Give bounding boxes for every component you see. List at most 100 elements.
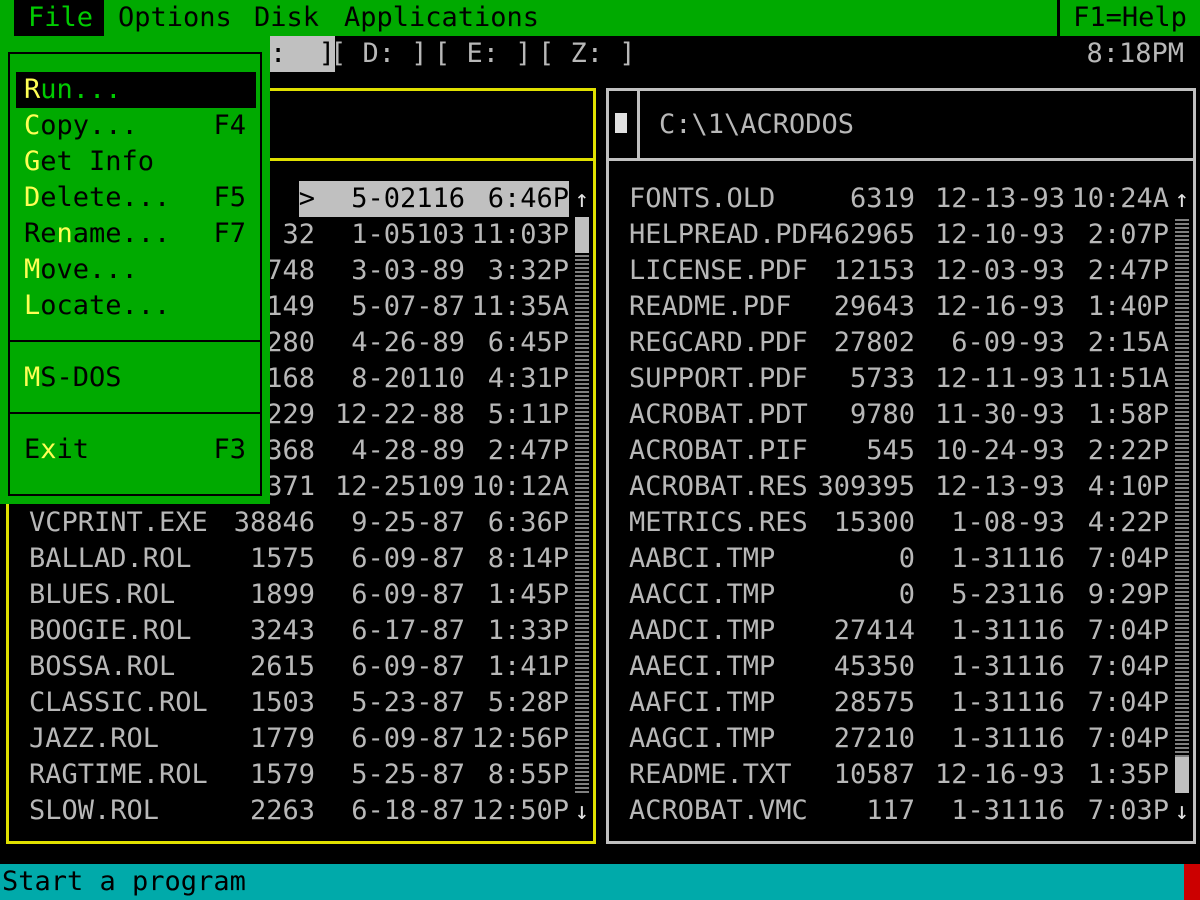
file-row[interactable]: JAZZ.ROL 1779 6-09-87 12:56P <box>9 721 569 757</box>
menu-item-exit[interactable]: Exit F3 <box>24 432 260 468</box>
file-row[interactable]: ACROBAT.PDT 9780 11-30-93 1:58P <box>609 397 1169 433</box>
drive-z[interactable]: [ Z: ] <box>538 36 636 72</box>
file-date: 12-11-93 <box>934 363 1065 394</box>
menu-item-text: et Info <box>40 146 155 177</box>
file-row[interactable]: ACROBAT.RES 309395 12-13-93 4:10P <box>609 469 1169 505</box>
menu-options[interactable]: Options <box>118 0 232 36</box>
file-row[interactable]: METRICS.RES 15300 1-08-93 4:22P <box>609 505 1169 541</box>
menu-file[interactable]: File <box>14 0 104 36</box>
menu-shortcut: F5 <box>213 182 246 213</box>
file-date: 6-09-87 <box>351 543 465 574</box>
file-size: 27210 <box>833 723 915 754</box>
file-row[interactable]: FONTS.OLD 6319 12-13-93 10:24A <box>609 181 1169 217</box>
left-scrollbar[interactable]: ↑ ↓ <box>575 181 589 829</box>
file-date: 12-22-88 <box>334 399 465 430</box>
file-row[interactable]: BALLAD.ROL 1575 6-09-87 8:14P <box>9 541 569 577</box>
file-time: 9:29P <box>1087 579 1169 610</box>
menu-item-get-info[interactable]: Get Info <box>24 144 260 180</box>
file-size: 0 <box>898 579 915 610</box>
file-name: BOOGIE.ROL <box>29 615 192 646</box>
menu-item-move[interactable]: Move... <box>24 252 260 288</box>
file-date: 1-31116 <box>951 723 1065 754</box>
menu-separator <box>10 340 260 342</box>
scroll-down-arrow-icon[interactable]: ↓ <box>573 793 591 829</box>
file-time: 2:07P <box>1087 219 1169 250</box>
right-scrollbar[interactable]: ↑ ↓ <box>1175 181 1189 829</box>
file-row[interactable]: ACROBAT.VMC 117 1-31116 7:03P <box>609 793 1169 829</box>
file-row[interactable]: BOOGIE.ROL 3243 6-17-87 1:33P <box>9 613 569 649</box>
file-name: LICENSE.PDF <box>629 255 808 286</box>
menu-item-text: ocate... <box>40 290 171 321</box>
file-row[interactable]: BOSSA.ROL 2615 6-09-87 1:41P <box>9 649 569 685</box>
file-size: 12153 <box>833 255 915 286</box>
file-row[interactable]: LICENSE.PDF 12153 12-03-93 2:47P <box>609 253 1169 289</box>
menu-item-run[interactable]: Run... <box>16 72 256 108</box>
file-date: 10-24-93 <box>934 435 1065 466</box>
file-row[interactable]: VCPRINT.EXE 38846 9-25-87 6:36P <box>9 505 569 541</box>
file-row[interactable]: BLUES.ROL 1899 6-09-87 1:45P <box>9 577 569 613</box>
file-date: 12-13-93 <box>934 471 1065 502</box>
file-row[interactable]: RAGTIME.ROL 1579 5-25-87 8:55P <box>9 757 569 793</box>
menu-item-copy[interactable]: Copy... F4 <box>24 108 260 144</box>
file-date: 1-31116 <box>951 795 1065 826</box>
file-row[interactable]: README.TXT 10587 12-16-93 1:35P <box>609 757 1169 793</box>
file-row[interactable]: AAECI.TMP 45350 1-31116 7:04P <box>609 649 1169 685</box>
drive-c[interactable]: : ] <box>270 36 336 72</box>
file-row[interactable]: AABCI.TMP 0 1-31116 7:04P <box>609 541 1169 577</box>
file-row[interactable]: AACCI.TMP 0 5-23116 9:29P <box>609 577 1169 613</box>
scroll-track[interactable] <box>1175 217 1189 793</box>
file-date: 5-23116 <box>951 579 1065 610</box>
file-size: 1575 <box>249 543 315 574</box>
file-row[interactable]: README.PDF 29643 12-16-93 1:40P <box>609 289 1169 325</box>
scroll-thumb[interactable] <box>575 217 589 253</box>
file-row[interactable]: AAFCI.TMP 28575 1-31116 7:04P <box>609 685 1169 721</box>
file-row[interactable]: AAGCI.TMP 27210 1-31116 7:04P <box>609 721 1169 757</box>
help-hint[interactable]: F1=Help <box>1057 0 1200 36</box>
file-row[interactable]: CLASSIC.ROL 1503 5-23-87 5:28P <box>9 685 569 721</box>
menu-shortcut: F3 <box>213 434 246 465</box>
file-size: 28575 <box>833 687 915 718</box>
scroll-up-arrow-icon[interactable]: ↑ <box>1173 181 1191 217</box>
menu-item-ms-dos[interactable]: MS-DOS <box>24 360 260 396</box>
file-menu-dropdown: Run... Copy... F4 Get Info Delete... F5 Rename… <box>0 36 270 504</box>
menu-item-locate[interactable]: Locate... <box>24 288 260 324</box>
scroll-track[interactable] <box>575 217 589 793</box>
file-row[interactable]: ACROBAT.PIF 545 10-24-93 2:22P <box>609 433 1169 469</box>
file-date: 6-09-87 <box>351 651 465 682</box>
scroll-down-arrow-icon[interactable]: ↓ <box>1173 793 1191 829</box>
file-time: 11:03P <box>471 219 569 250</box>
file-date: 3-03-89 <box>351 255 465 286</box>
file-row[interactable]: AADCI.TMP 27414 1-31116 7:04P <box>609 613 1169 649</box>
file-date: 4-28-89 <box>351 435 465 466</box>
right-file-panel[interactable]: C:\1\ACRODOS FONTS.OLD 6319 12-13-93 10:24A… <box>606 88 1196 844</box>
menu-item-delete[interactable]: Delete... F5 <box>24 180 260 216</box>
right-file-list: FONTS.OLD 6319 12-13-93 10:24A HELPREAD.PDF 4… <box>609 181 1169 829</box>
file-time: 7:03P <box>1087 795 1169 826</box>
file-time: 7:04P <box>1087 543 1169 574</box>
file-time: 8:55P <box>487 759 569 790</box>
menu-item-text: elete... <box>40 182 171 213</box>
file-size: 27802 <box>833 327 915 358</box>
menu-item-text: un... <box>40 74 122 105</box>
drive-e[interactable]: [ E: ] <box>434 36 532 72</box>
file-row[interactable]: SLOW.ROL 2263 6-18-87 12:50P <box>9 793 569 829</box>
scroll-up-arrow-icon[interactable]: ↑ <box>573 181 591 217</box>
file-time: 7:04P <box>1087 615 1169 646</box>
menu-applications[interactable]: Applications <box>344 0 539 36</box>
file-time: 5:28P <box>487 687 569 718</box>
menu-item-text: S-DOS <box>40 362 122 393</box>
file-row[interactable]: HELPREAD.PDF 462965 12-10-93 2:07P <box>609 217 1169 253</box>
menu-item-rename[interactable]: Rename... F7 <box>24 216 260 252</box>
status-indicator <box>1184 864 1200 900</box>
file-row[interactable]: REGCARD.PDF 27802 6-09-93 2:15A <box>609 325 1169 361</box>
drive-d[interactable]: [ D: ] <box>330 36 428 72</box>
panel-grip-icon[interactable] <box>609 91 640 158</box>
menu-disk[interactable]: Disk <box>254 0 319 36</box>
file-time: 7:04P <box>1087 651 1169 682</box>
file-row[interactable]: SUPPORT.PDF 5733 12-11-93 11:51A <box>609 361 1169 397</box>
file-time: 1:35P <box>1087 759 1169 790</box>
file-size: 45350 <box>833 651 915 682</box>
scroll-thumb[interactable] <box>1175 757 1189 793</box>
file-size: 15300 <box>833 507 915 538</box>
file-date: 1-31116 <box>951 687 1065 718</box>
